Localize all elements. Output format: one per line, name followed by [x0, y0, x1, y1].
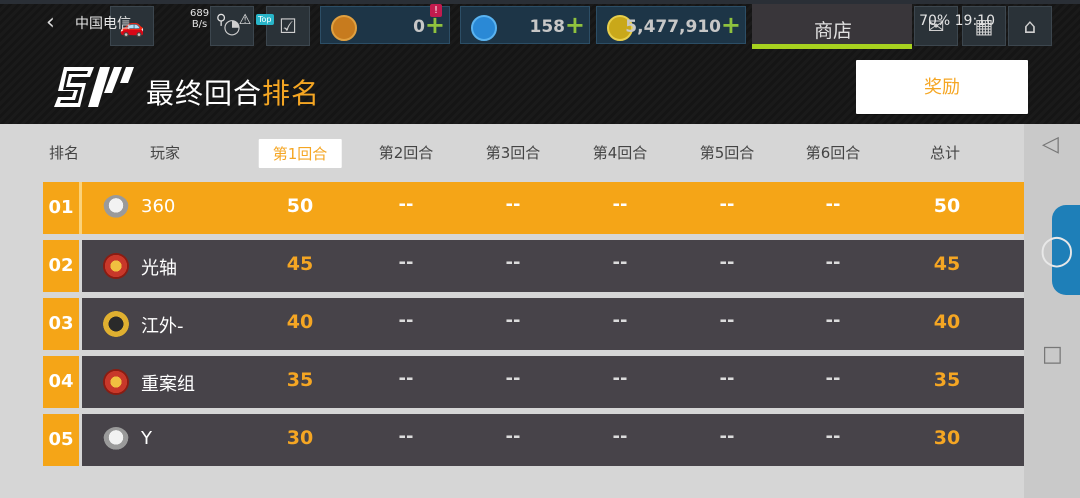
divider	[79, 356, 82, 408]
round-score: --	[719, 368, 735, 389]
table-row[interactable]: 05 Y 30 -- -- -- -- -- 30	[43, 414, 1035, 466]
avatar	[103, 195, 129, 221]
net-speed-unit: B/s	[191, 19, 208, 30]
round-score: --	[505, 252, 521, 273]
total-score: 30	[933, 427, 961, 449]
round-score: --	[398, 426, 414, 447]
round-score: 40	[286, 311, 314, 333]
divider	[79, 414, 82, 466]
system-nav-bar: ◁ □	[1024, 124, 1080, 498]
top-badge: Top	[256, 14, 274, 25]
nav-back-icon[interactable]: ◁	[1042, 132, 1059, 157]
tab-round-1[interactable]: 第1回合	[258, 139, 342, 168]
round-score: --	[398, 368, 414, 389]
col-player: 玩家	[149, 144, 181, 162]
back-icon[interactable]: ‹	[46, 10, 55, 35]
player-name: Y	[141, 428, 152, 449]
total-score: 45	[933, 253, 961, 275]
round-score: --	[398, 194, 414, 215]
round-score: 30	[286, 427, 314, 449]
system-status-bar: ‹ 中国电信 689 B/s ⚲ ⚠ Top 70% 19:10	[40, 6, 1040, 38]
rank-cell: 05	[43, 414, 79, 466]
page-title: 最终回合排名	[146, 72, 320, 112]
round-score: 45	[286, 253, 314, 275]
round-score: --	[825, 368, 841, 389]
net-speed-value: 689	[190, 8, 210, 19]
round-score: 50	[286, 195, 314, 217]
round-score: --	[719, 426, 735, 447]
round-score: --	[612, 252, 628, 273]
round-score: --	[398, 310, 414, 331]
round-score: --	[825, 426, 841, 447]
round-score: --	[505, 368, 521, 389]
tab-round-4[interactable]: 第4回合	[593, 142, 648, 163]
round-score: --	[719, 252, 735, 273]
total-score: 50	[933, 195, 961, 217]
rank-cell: 01	[43, 182, 82, 234]
round-score: --	[612, 426, 628, 447]
round-score: --	[825, 310, 841, 331]
rank-cell: 03	[43, 298, 79, 350]
tab-round-5[interactable]: 第5回合	[700, 142, 755, 163]
player-name: 江外-	[141, 316, 184, 337]
divider	[79, 240, 82, 292]
avatar	[103, 311, 129, 337]
table-row[interactable]: 04 重案组 35 -- -- -- -- -- 35	[43, 356, 1035, 408]
tab-round-6[interactable]: 第6回合	[806, 142, 861, 163]
round-score: --	[825, 194, 841, 215]
round-score: --	[612, 310, 628, 331]
round-score: --	[505, 194, 521, 215]
player-name: 重案组	[141, 374, 195, 395]
title-highlight: 排名	[262, 77, 321, 110]
table-row[interactable]: 01 360 50 -- -- -- -- -- 50	[43, 182, 1035, 234]
avatar	[103, 427, 129, 453]
player-name: 360	[141, 196, 176, 217]
avatar	[103, 253, 129, 279]
net-speed: 689 B/s	[190, 8, 209, 30]
table-row[interactable]: 02 光轴 45 -- -- -- -- -- 45	[43, 240, 1035, 292]
round-score: 35	[286, 369, 314, 391]
reward-button[interactable]: 奖励	[856, 60, 1028, 114]
round-score: --	[719, 194, 735, 215]
game-logo	[50, 63, 134, 111]
battery-clock: 70% 19:10	[919, 13, 995, 29]
round-score: --	[719, 310, 735, 331]
round-score: --	[612, 368, 628, 389]
round-score: --	[505, 426, 521, 447]
table-row[interactable]: 03 江外- 40 -- -- -- -- -- 40	[43, 298, 1035, 350]
rank-cell: 02	[43, 240, 79, 292]
tab-round-2[interactable]: 第2回合	[379, 142, 434, 163]
table-header: 排名 玩家 第1回合 第2回合 第3回合 第4回合 第5回合 第6回合 总计	[44, 136, 1034, 172]
nav-home-icon[interactable]: ◯	[1040, 233, 1074, 268]
divider	[79, 182, 82, 234]
player-name: 光轴	[141, 258, 177, 279]
status-icons: ⚲ ⚠	[216, 12, 256, 28]
divider	[79, 298, 82, 350]
nav-recents-icon[interactable]: □	[1042, 342, 1063, 367]
total-score: 40	[933, 311, 961, 333]
round-score: --	[398, 252, 414, 273]
round-score: --	[505, 310, 521, 331]
carrier-label: 中国电信	[75, 16, 131, 32]
col-rank: 排名	[48, 144, 80, 162]
round-score: --	[612, 194, 628, 215]
rank-cell: 04	[43, 356, 79, 408]
tab-round-3[interactable]: 第3回合	[486, 142, 541, 163]
round-score: --	[825, 252, 841, 273]
col-total: 总计	[929, 144, 961, 162]
total-score: 35	[933, 369, 961, 391]
title-main: 最终回合	[146, 77, 263, 110]
avatar	[103, 369, 129, 395]
